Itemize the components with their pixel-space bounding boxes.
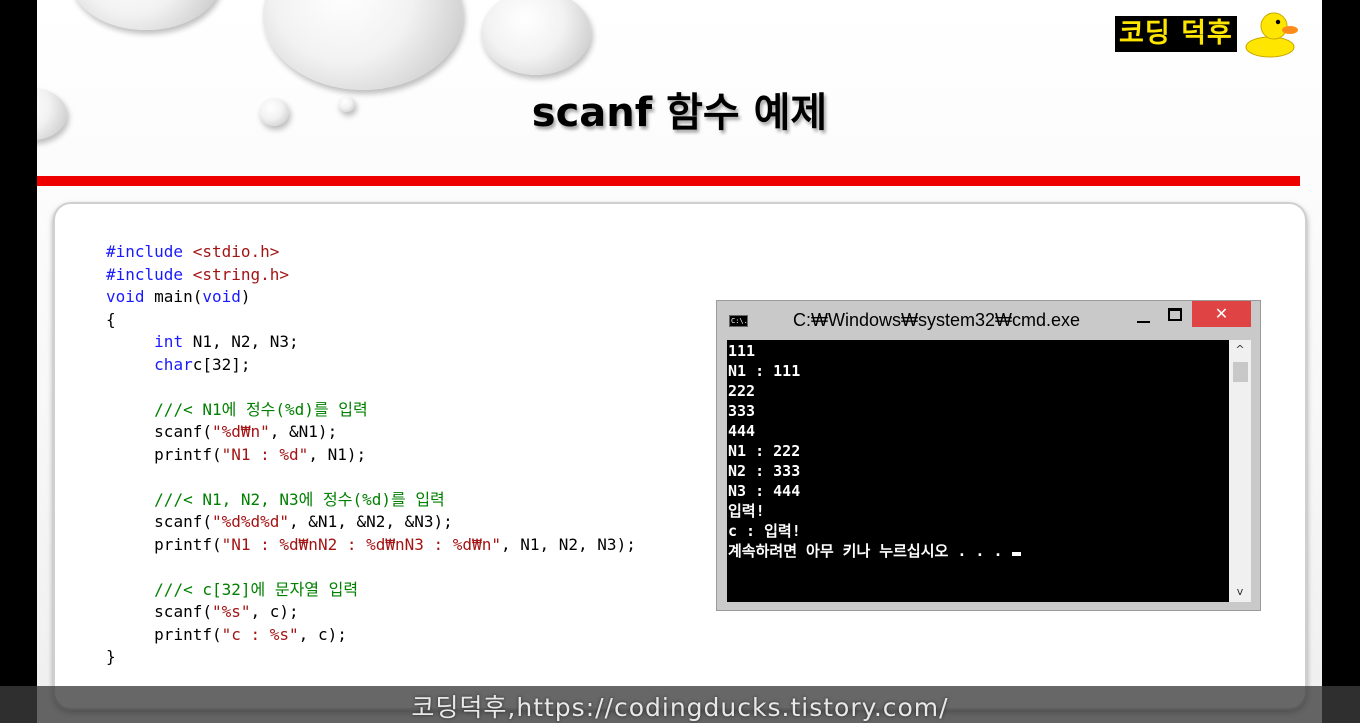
code-line: } xyxy=(106,647,116,666)
output-line: 444 xyxy=(728,422,756,440)
vertical-scrollbar[interactable]: ^ v xyxy=(1229,340,1251,602)
output-line: 입력! xyxy=(728,502,765,520)
output-line: 333 xyxy=(728,402,756,420)
output-line: N1 : 111 xyxy=(728,362,801,380)
code-string: "N1 : %d₩nN2 : %d₩nN3 : %d₩n" xyxy=(221,534,501,554)
code-line: scanf("%s", c); xyxy=(154,602,299,621)
water-drop-decoration xyxy=(71,0,221,30)
scroll-down-icon[interactable]: v xyxy=(1229,582,1251,602)
code-comment: ///< N1, N2, N3에 정수(%d)를 입력 xyxy=(154,489,445,509)
code-line: #include <stdio.h> xyxy=(106,242,279,261)
cmd-title: C:₩Windows₩system32₩cmd.exe xyxy=(793,310,1081,330)
water-drop-decoration xyxy=(481,0,591,75)
maximize-icon[interactable] xyxy=(1168,308,1182,321)
code-line: #include <string.h> xyxy=(106,265,289,284)
code-line: printf("N1 : %d₩nN2 : %d₩nN3 : %d₩n", N1… xyxy=(154,534,636,554)
cmd-app-icon[interactable]: C:\. xyxy=(729,315,748,327)
scrollbar-thumb[interactable] xyxy=(1233,362,1248,382)
code-string: "%d₩n" xyxy=(211,422,270,441)
code-line: scanf("%d₩n", &N1); xyxy=(154,422,338,441)
output-line: 111 xyxy=(728,342,756,360)
output-line: N1 : 222 xyxy=(728,442,801,460)
text-cursor xyxy=(1011,552,1021,556)
code-string: "N1 : %d" xyxy=(221,444,309,464)
code-line: printf("c : %s", c); xyxy=(154,624,347,644)
output-line: 계속하려면 아무 키나 누르십시오 . . . xyxy=(728,542,1012,560)
output-line: N2 : 333 xyxy=(728,462,801,480)
duck-icon xyxy=(1245,12,1298,58)
code-line: scanf("%d%d%d", &N1, &N2, &N3); xyxy=(154,512,453,531)
output-line: N3 : 444 xyxy=(728,482,801,500)
code-keyword: #include xyxy=(106,242,184,261)
code-keyword: void xyxy=(106,287,145,306)
cmd-window[interactable]: C:\. C:₩Windows₩system32₩cmd.exe ✕ 111 N… xyxy=(716,300,1261,611)
code-comment: ///< c[32]에 문자열 입력 xyxy=(154,579,359,599)
output-line: c : 입력! xyxy=(728,522,801,540)
close-button[interactable]: ✕ xyxy=(1192,301,1251,327)
minimize-icon[interactable] xyxy=(1135,309,1153,327)
code-keyword: #include xyxy=(106,264,184,284)
code-keyword: char xyxy=(154,354,193,374)
code-line: { xyxy=(106,309,116,329)
code-string: "%s" xyxy=(211,602,251,621)
code-string: "%d%d%d" xyxy=(211,512,290,531)
code-comment: ///< N1에 정수(%d)를 입력 xyxy=(154,399,368,419)
water-drop-decoration xyxy=(263,0,463,90)
cmd-output[interactable]: 111 N1 : 111 222 333 444 N1 : 222 N2 : 3… xyxy=(727,340,1229,602)
code-string: <string.h> xyxy=(192,264,290,284)
output-line: 222 xyxy=(728,382,756,400)
code-line: charc[32]; xyxy=(154,354,251,374)
code-line: int N1, N2, N3; xyxy=(154,332,299,351)
logo-text: 코딩 덕후 xyxy=(1115,16,1237,52)
code-keyword: int xyxy=(154,332,184,351)
code-block: #include <stdio.h> #include <string.h> v… xyxy=(106,241,636,669)
code-line: printf("N1 : %d", N1); xyxy=(154,444,367,464)
cmd-titlebar[interactable]: C:\. C:₩Windows₩system32₩cmd.exe ✕ xyxy=(717,301,1260,339)
code-string: "c : %s" xyxy=(221,624,299,644)
title-divider xyxy=(37,176,1300,186)
code-keyword: void xyxy=(202,287,241,306)
logo: 코딩 덕후 xyxy=(1115,8,1299,60)
footer-watermark: 코딩덕후,https://codingducks.tistory.com/ xyxy=(411,693,949,722)
scroll-up-icon[interactable]: ^ xyxy=(1229,340,1251,360)
code-string: <stdio.h> xyxy=(192,242,280,261)
code-line: void main(void) xyxy=(106,287,251,306)
slide-title: scanf 함수 예제 xyxy=(531,90,828,136)
